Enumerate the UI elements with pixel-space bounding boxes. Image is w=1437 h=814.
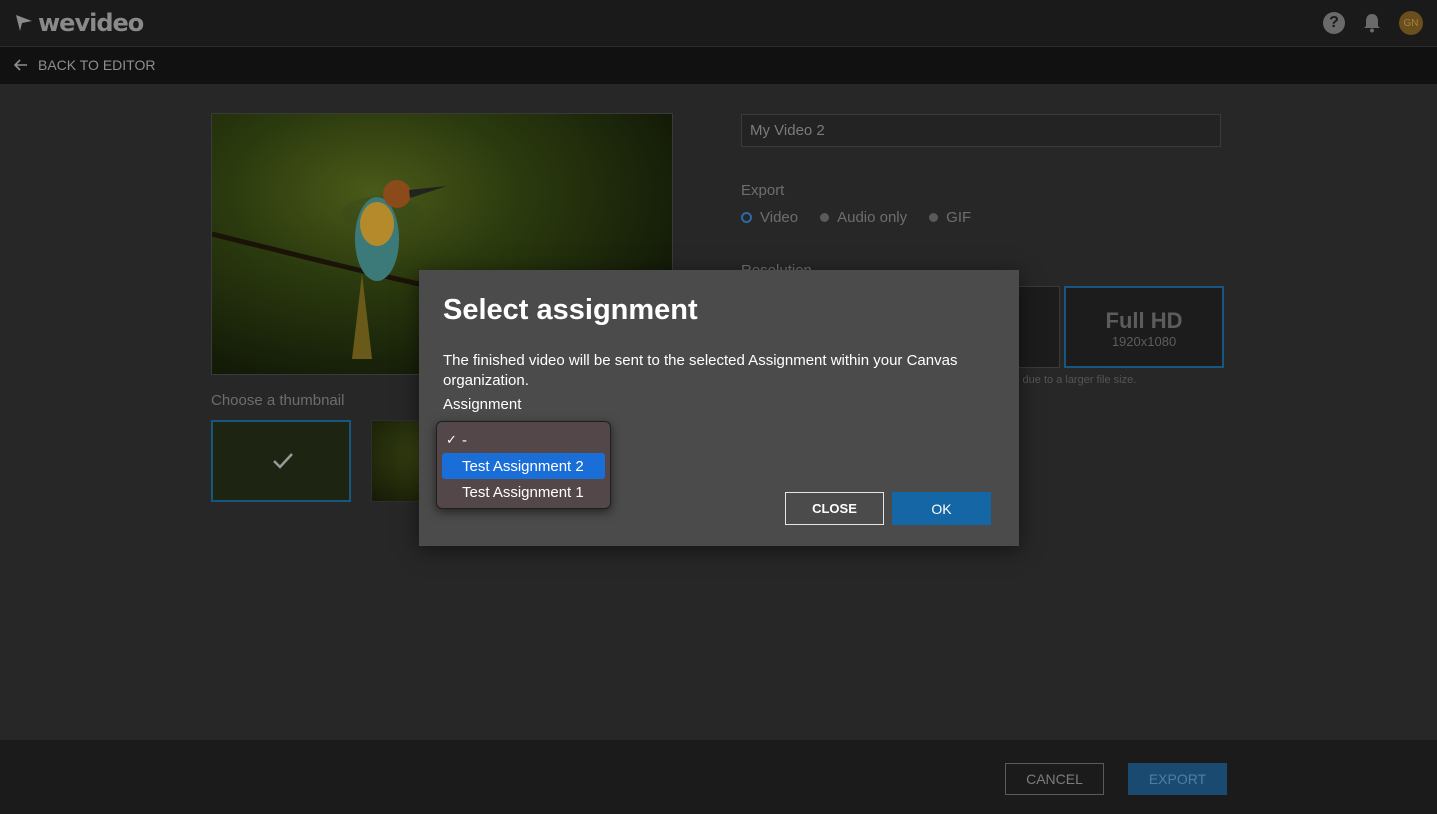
- export-audio-radio[interactable]: Audio only: [820, 209, 907, 226]
- export-label: Export: [741, 182, 785, 199]
- radio-icon: [820, 213, 830, 222]
- option-label: -: [462, 432, 467, 449]
- assignment-dropdown-menu: ✓ - Test Assignment 2 Test Assignment 1: [436, 421, 611, 509]
- avatar[interactable]: GN: [1399, 11, 1423, 35]
- resolution-full-hd[interactable]: Full HD 1920x1080: [1064, 286, 1224, 368]
- export-button[interactable]: EXPORT: [1128, 763, 1227, 795]
- radio-selected-icon: [741, 212, 752, 223]
- dialog-description: The finished video will be sent to the s…: [443, 352, 958, 389]
- assignment-option-test-2[interactable]: Test Assignment 2: [442, 453, 605, 479]
- radio-icon: [929, 213, 939, 222]
- help-icon[interactable]: ?: [1323, 12, 1345, 34]
- export-type-radios: Video Audio only GIF: [741, 209, 971, 226]
- cancel-button[interactable]: CANCEL: [1005, 763, 1104, 795]
- resolution-name: Full HD: [1105, 308, 1183, 333]
- close-button[interactable]: CLOSE: [785, 492, 884, 525]
- assignment-label: Assignment: [443, 396, 522, 413]
- ok-button[interactable]: OK: [892, 492, 991, 525]
- back-bar: BACK TO EDITOR: [0, 47, 1437, 84]
- radio-label: Video: [760, 209, 799, 226]
- export-gif-radio[interactable]: GIF: [929, 209, 971, 226]
- radio-label: GIF: [946, 209, 972, 226]
- checkmark-icon: ✓: [446, 432, 457, 447]
- arrow-left-icon: [14, 59, 27, 71]
- wevideo-logo[interactable]: wevideo: [14, 9, 144, 37]
- export-video-radio[interactable]: Video: [741, 209, 798, 226]
- dialog-title: Select assignment: [443, 294, 698, 326]
- assignment-option-test-1[interactable]: Test Assignment 1: [442, 479, 605, 505]
- check-icon: [273, 453, 293, 469]
- back-to-editor-link[interactable]: BACK TO EDITOR: [14, 57, 155, 73]
- resolution-note: s due to a larger file size.: [1014, 374, 1137, 386]
- back-to-editor-label: BACK TO EDITOR: [38, 57, 156, 73]
- video-title-input[interactable]: [741, 114, 1221, 147]
- logo-text: wevideo: [38, 9, 144, 37]
- thumbnail-option-1[interactable]: [211, 420, 351, 502]
- resolution-size: 1920x1080: [1111, 334, 1177, 349]
- logo-arrow-icon: [16, 15, 32, 31]
- bell-icon[interactable]: [1363, 13, 1381, 33]
- option-label: Test Assignment 1: [462, 484, 584, 501]
- thumbnail-label: Choose a thumbnail: [211, 392, 345, 409]
- option-label: Test Assignment 2: [462, 458, 584, 475]
- assignment-option-none[interactable]: ✓ -: [442, 427, 605, 453]
- radio-label: Audio only: [837, 209, 908, 226]
- top-bar: wevideo ? GN: [0, 0, 1437, 47]
